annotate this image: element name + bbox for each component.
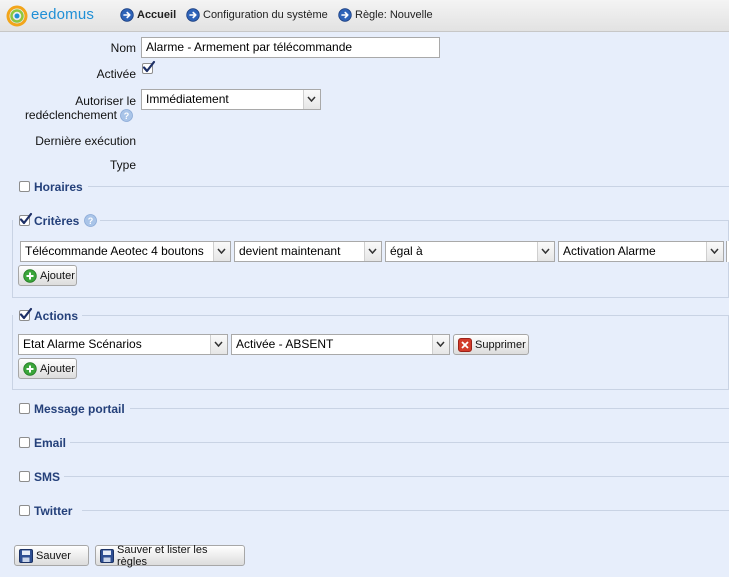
criteres-add-button[interactable]: Ajouter	[18, 265, 77, 286]
brand-name[interactable]: eedomus	[31, 6, 94, 23]
breadcrumb-label: Règle: Nouvelle	[355, 9, 433, 21]
chevron-down-icon	[303, 90, 320, 109]
redeclenchement-select[interactable]: Immédiatement	[141, 89, 321, 110]
arrow-right-circle-icon	[338, 8, 352, 22]
section-title-horaires[interactable]: Horaires	[34, 180, 83, 194]
select-value: devient maintenant	[239, 244, 341, 258]
redeclenchement-label-line2: redéclenchement	[24, 108, 117, 122]
actions-add-button[interactable]: Ajouter	[18, 358, 77, 379]
critere-device-select[interactable]: Télécommande Aeotec 4 boutons	[20, 241, 231, 262]
help-question-icon[interactable]: ?	[120, 109, 133, 122]
email-checkbox[interactable]	[19, 437, 30, 448]
chevron-down-icon	[432, 335, 449, 354]
section-divider	[70, 442, 729, 443]
button-label: Sauver et lister les règles	[117, 543, 208, 568]
button-label: Ajouter	[40, 269, 75, 282]
breadcrumb-label: Accueil	[137, 9, 177, 21]
critere-value-select[interactable]: Activation Alarme	[558, 241, 724, 262]
section-title-message-portail[interactable]: Message portail	[34, 402, 125, 416]
select-value: Etat Alarme Scénarios	[23, 337, 142, 351]
critere-operator-select[interactable]: égal à	[385, 241, 555, 262]
select-value: Activation Alarme	[563, 244, 656, 258]
nom-input[interactable]: Alarme - Armement par télécommande	[141, 37, 440, 58]
activee-checkbox[interactable]	[142, 60, 156, 74]
derniere-execution-label: Dernière exécution	[35, 134, 136, 148]
sms-checkbox[interactable]	[19, 471, 30, 482]
horaires-checkbox[interactable]	[19, 181, 30, 192]
plus-icon	[23, 268, 37, 283]
select-value: Activée - ABSENT	[236, 337, 334, 351]
delete-x-icon	[458, 337, 472, 352]
chevron-down-icon	[706, 242, 723, 261]
rule-editor-panel: Nom Alarme - Armement par télécommande A…	[0, 32, 729, 577]
section-title-sms[interactable]: SMS	[34, 470, 60, 484]
critere-condition-select[interactable]: devient maintenant	[234, 241, 382, 262]
action-delete-button[interactable]: Supprimer	[453, 334, 529, 355]
action-device-select[interactable]: Etat Alarme Scénarios	[18, 334, 228, 355]
checkmark-icon	[142, 60, 156, 73]
floppy-disk-icon	[19, 548, 33, 563]
save-and-list-button[interactable]: Sauver et lister les règles	[95, 543, 245, 568]
section-divider	[130, 408, 729, 409]
chevron-down-icon	[364, 242, 381, 261]
floppy-disk-icon	[100, 548, 114, 563]
top-navigation-bar: eedomus Accueil Configuration du système…	[0, 0, 729, 32]
plus-icon	[23, 361, 37, 376]
breadcrumb-configuration[interactable]: Configuration du système	[186, 8, 328, 22]
message-portail-checkbox[interactable]	[19, 403, 30, 414]
chevron-down-icon	[213, 242, 230, 261]
twitter-checkbox[interactable]	[19, 505, 30, 516]
type-label: Type	[109, 158, 136, 172]
save-button[interactable]: Sauver	[14, 545, 89, 566]
section-title-email[interactable]: Email	[34, 436, 66, 450]
svg-text:?: ?	[124, 111, 130, 121]
select-value: Immédiatement	[146, 92, 229, 106]
breadcrumb-label: Configuration du système	[203, 9, 328, 21]
section-divider	[82, 510, 729, 511]
nom-label: Nom	[110, 41, 136, 55]
activee-label: Activée	[96, 67, 136, 81]
button-label: Sauver	[36, 549, 71, 562]
chevron-down-icon	[210, 335, 227, 354]
button-label: Ajouter	[40, 362, 75, 375]
arrow-right-circle-icon	[120, 8, 134, 22]
section-divider	[88, 186, 729, 187]
breadcrumb-regle[interactable]: Règle: Nouvelle	[338, 8, 433, 22]
redeclenchement-label-line1: Autoriser le	[75, 94, 136, 108]
section-divider	[64, 476, 729, 477]
arrow-right-circle-icon	[186, 8, 200, 22]
select-value: égal à	[390, 244, 423, 258]
eedomus-logo-icon[interactable]	[6, 5, 28, 27]
select-value: Télécommande Aeotec 4 boutons	[25, 244, 204, 258]
button-label: Supprimer	[475, 338, 526, 351]
chevron-down-icon	[537, 242, 554, 261]
section-title-twitter[interactable]: Twitter	[34, 504, 72, 518]
action-value-select[interactable]: Activée - ABSENT	[231, 334, 450, 355]
breadcrumb-accueil[interactable]: Accueil	[120, 8, 176, 22]
